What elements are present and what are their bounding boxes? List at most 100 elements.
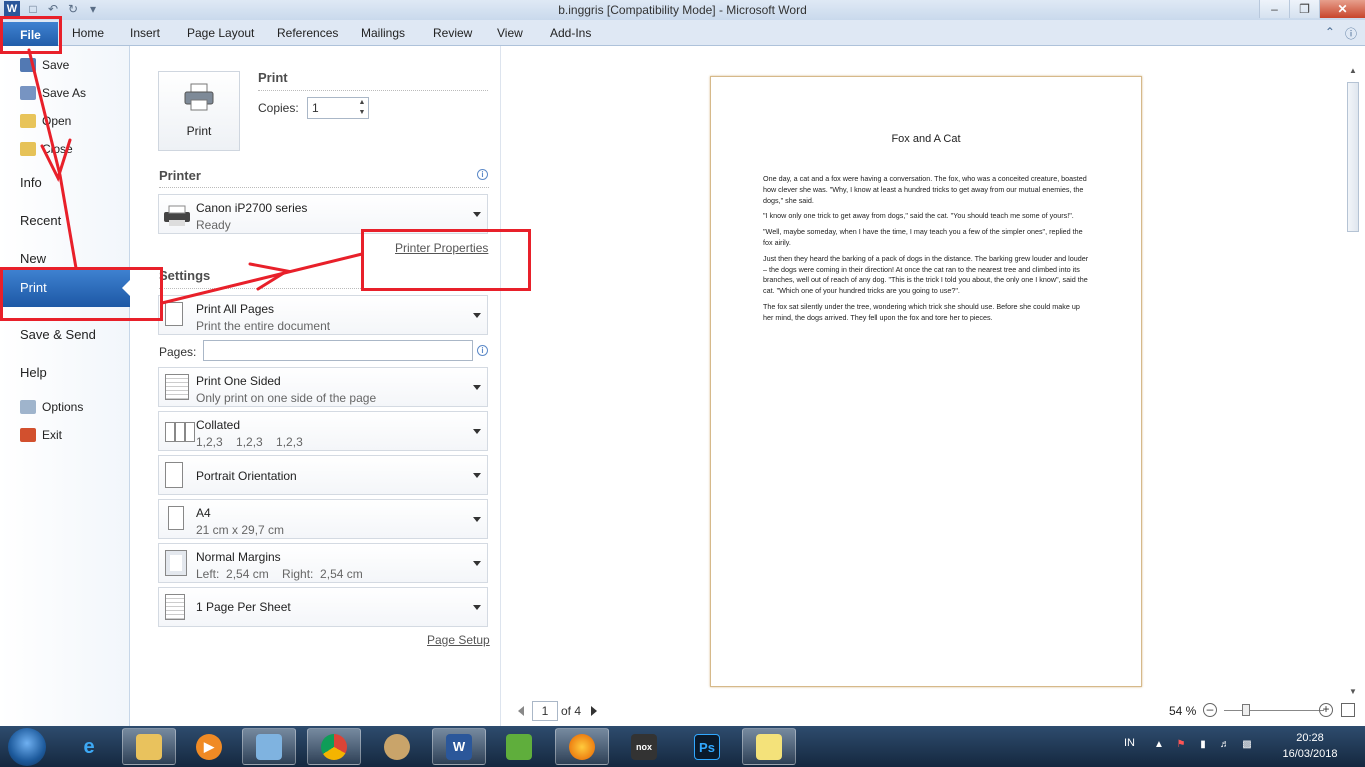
notes-icon — [256, 733, 282, 760]
print-range-subtitle: Print the entire document — [196, 319, 331, 333]
taskbar-media-player[interactable]: ▶ — [182, 728, 236, 765]
battery-icon[interactable]: ▮ — [1197, 739, 1209, 751]
tab-insert[interactable]: Insert — [130, 26, 160, 40]
next-page-icon[interactable] — [591, 706, 597, 716]
show-hidden-icons-icon[interactable]: ▲ — [1153, 739, 1165, 751]
pages-info-icon[interactable]: i — [477, 345, 488, 356]
chevron-down-icon — [473, 473, 481, 478]
paper-subtitle: 21 cm x 29,7 cm — [196, 523, 285, 537]
orientation-title: Portrait Orientation — [196, 469, 297, 483]
help-icon[interactable]: ⓘ — [1345, 25, 1357, 42]
current-page-input[interactable]: 1 — [532, 701, 558, 721]
nav-save-send[interactable]: Save & Send — [20, 327, 96, 342]
pages-input[interactable] — [203, 340, 473, 361]
sides-dropdown[interactable]: Print One Sided Only print on one side o… — [158, 367, 488, 407]
print-range-dropdown[interactable]: Print All Pages Print the entire documen… — [158, 295, 488, 335]
pages-per-sheet-dropdown[interactable]: 1 Page Per Sheet — [158, 587, 488, 627]
taskbar-photoshop[interactable]: Ps — [680, 728, 734, 765]
chevron-down-icon — [473, 605, 481, 610]
print-range-title: Print All Pages — [196, 302, 275, 316]
nav-save-as[interactable]: Save As — [20, 86, 86, 100]
scroll-up-icon[interactable]: ▲ — [1349, 66, 1357, 75]
minimize-button[interactable]: – — [1259, 0, 1289, 18]
tab-home[interactable]: Home — [72, 26, 104, 40]
taskbar-ie[interactable]: e — [62, 728, 116, 765]
zoom-out-icon[interactable]: – — [1203, 703, 1217, 717]
tab-references[interactable]: References — [277, 26, 338, 40]
paragraph: The fox sat silently under the tree, won… — [763, 301, 1080, 322]
start-button[interactable] — [8, 728, 46, 766]
taskbar-sticky[interactable] — [742, 728, 796, 765]
nav-close[interactable]: Close — [20, 142, 73, 156]
tab-review[interactable]: Review — [433, 26, 472, 40]
scroll-thumb[interactable] — [1347, 82, 1359, 232]
scroll-down-icon[interactable]: ▼ — [1349, 687, 1357, 696]
portrait-icon — [165, 462, 183, 488]
print-preview: Fox and A Cat One day, a cat and a fox w… — [502, 46, 1365, 726]
close-window-button[interactable]: ✕ — [1319, 0, 1365, 18]
tab-mailings[interactable]: Mailings — [361, 26, 405, 40]
nav-save-as-label: Save As — [42, 86, 87, 100]
printer-dropdown[interactable]: Canon iP2700 series Ready — [158, 194, 488, 234]
volume-icon[interactable]: ♬ — [1219, 739, 1231, 751]
taskbar-paint[interactable] — [370, 728, 424, 765]
window-title: b.inggris [Compatibility Mode] - Microso… — [558, 3, 807, 17]
green-app-icon — [506, 733, 532, 760]
restore-button[interactable]: ❐ — [1289, 0, 1319, 18]
taskbar-chrome[interactable] — [307, 728, 361, 765]
nav-open[interactable]: Open — [20, 114, 71, 128]
printer-name: Canon iP2700 series — [196, 201, 308, 215]
nav-options[interactable]: Options — [20, 400, 83, 414]
clock[interactable]: 20:28 16/03/2018 — [1275, 730, 1345, 762]
zoom-slider-thumb[interactable] — [1242, 704, 1250, 716]
annotation-file-box — [0, 16, 62, 54]
taskbar-notes[interactable] — [242, 728, 296, 765]
network-alert-icon[interactable]: ⚑ — [1175, 739, 1187, 751]
nav-new[interactable]: New — [20, 251, 46, 266]
orientation-dropdown[interactable]: Portrait Orientation — [158, 455, 488, 495]
margins-subtitle: Left: 2,54 cm Right: 2,54 cm — [196, 567, 363, 581]
chevron-down-icon — [473, 517, 481, 522]
nav-save[interactable]: Save — [20, 58, 69, 72]
paragraph: One day, a cat and a fox were having a c… — [763, 174, 1087, 205]
backstage-nav: Save Save As Open Close Info Recent New … — [0, 46, 130, 726]
copies-spinner[interactable]: ▲ ▼ — [356, 98, 368, 118]
nav-options-label: Options — [42, 400, 84, 414]
tab-page-layout[interactable]: Page Layout — [187, 26, 254, 40]
taskbar-word[interactable]: W — [432, 728, 486, 765]
paper-size-dropdown[interactable]: A4 21 cm x 29,7 cm — [158, 499, 488, 539]
chevron-down-icon — [473, 561, 481, 566]
nav-info[interactable]: Info — [20, 175, 42, 190]
document-pages-icon — [165, 302, 183, 326]
chevron-down-icon — [473, 313, 481, 318]
nav-help[interactable]: Help — [20, 365, 47, 380]
collation-dropdown[interactable]: Collated 1,2,3 1,2,3 1,2,3 — [158, 411, 488, 451]
taskbar-nox[interactable]: nox — [617, 728, 671, 765]
nav-save-label: Save — [42, 58, 70, 72]
preview-page: Fox and A Cat One day, a cat and a fox w… — [710, 76, 1142, 687]
zoom-in-icon[interactable]: + — [1319, 703, 1333, 717]
tab-view[interactable]: View — [497, 26, 523, 40]
print-button[interactable]: Print — [158, 71, 240, 151]
file-explorer-icon — [136, 733, 162, 760]
language-indicator[interactable]: IN — [1124, 737, 1135, 749]
taskbar-app-green[interactable] — [492, 728, 546, 765]
signal-icon[interactable]: ▩ — [1241, 739, 1253, 751]
zoom-to-page-icon[interactable] — [1341, 703, 1355, 717]
per-sheet-title: 1 Page Per Sheet — [196, 600, 291, 614]
taskbar-firefox[interactable] — [555, 728, 609, 765]
tab-add-ins[interactable]: Add-Ins — [550, 26, 591, 40]
previous-page-icon[interactable] — [518, 706, 524, 716]
nav-recent[interactable]: Recent — [20, 213, 61, 228]
clock-time: 20:28 — [1296, 732, 1324, 744]
zoom-level[interactable]: 54 % — [1169, 704, 1196, 718]
taskbar-explorer[interactable] — [122, 728, 176, 765]
zoom-slider-track[interactable] — [1224, 710, 1324, 711]
vertical-scrollbar[interactable]: ▲ ▼ — [1347, 66, 1359, 696]
margins-dropdown[interactable]: Normal Margins Left: 2,54 cm Right: 2,54… — [158, 543, 488, 583]
nav-exit[interactable]: Exit — [20, 428, 62, 442]
printer-info-icon[interactable]: i — [477, 169, 488, 180]
minimize-ribbon-icon[interactable]: ⌃ — [1325, 25, 1335, 42]
copies-input[interactable]: 1 ▲ ▼ — [307, 97, 369, 119]
page-setup-link[interactable]: Page Setup — [427, 633, 490, 647]
